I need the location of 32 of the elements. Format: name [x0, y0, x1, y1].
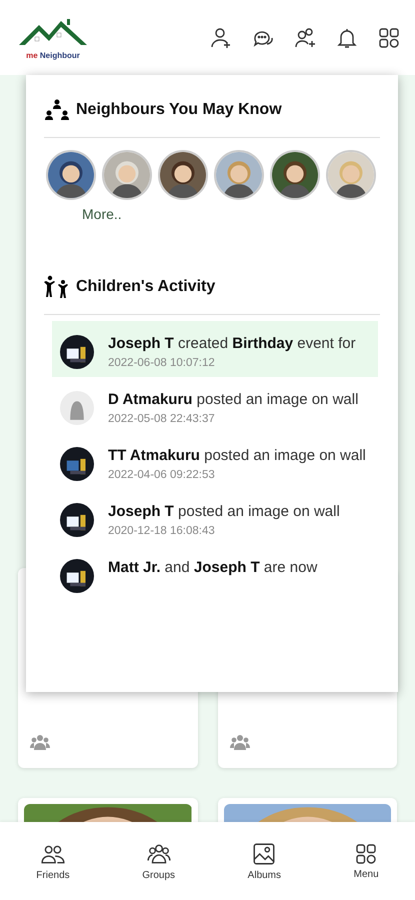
activity-item[interactable]: D Atmakuru posted an image on wall 2022-05-08 22:43:37 — [52, 377, 378, 433]
group-icon — [230, 734, 250, 750]
activity-text: Joseph T posted an image on wall — [108, 502, 340, 522]
menu-icon[interactable] — [377, 26, 401, 50]
add-user-icon[interactable] — [209, 26, 233, 50]
network-icon — [44, 97, 70, 123]
nav-tab[interactable]: Friends — [26, 837, 80, 885]
more-link[interactable]: More.. — [82, 206, 122, 222]
people-add-icon[interactable] — [293, 26, 317, 50]
activity-text: Matt Jr. and Joseph T are now — [108, 558, 318, 578]
timestamp: 2022-04-06 09:22:53 — [108, 469, 216, 481]
albums-icon — [251, 841, 278, 867]
activity-text: TT Atmakuru posted an image on wall — [108, 446, 366, 466]
nav-tab[interactable]: Groups — [132, 837, 186, 885]
menu-icon[interactable] — [354, 842, 378, 866]
activity-text: D Atmakuru posted an image on wall — [108, 390, 358, 410]
timestamp: 2022-06-08 10:07:12 — [108, 357, 216, 369]
logo-text: me Neighbour — [26, 51, 80, 60]
nav-tab[interactable]: Menu — [344, 838, 389, 884]
section-title: Neighbours You May Know — [76, 101, 282, 119]
avatar-icon — [60, 391, 94, 425]
activity-item[interactable]: Joseph T posted an image on wall 2020-12-18 16:08:43 — [52, 489, 378, 545]
activity-item[interactable]: Matt Jr. and Joseph T are now — [52, 545, 378, 601]
section-title: Children's Activity — [76, 278, 216, 296]
nav-tab[interactable]: Albums — [238, 837, 292, 885]
timestamp: 2020-12-18 16:08:43 — [108, 525, 216, 537]
group-icon — [30, 734, 50, 750]
activity-item[interactable]: Joseph T created Birthday event for 2022-06-08 10:07:12 — [52, 321, 378, 377]
activity-text: Joseph T created Birthday event for — [108, 334, 356, 354]
children-icon — [44, 274, 70, 300]
timestamp: 2022-05-08 22:43:37 — [108, 413, 216, 425]
activity-item[interactable]: TT Atmakuru posted an image on wall 2022-04-06 09:22:53 — [52, 433, 378, 489]
